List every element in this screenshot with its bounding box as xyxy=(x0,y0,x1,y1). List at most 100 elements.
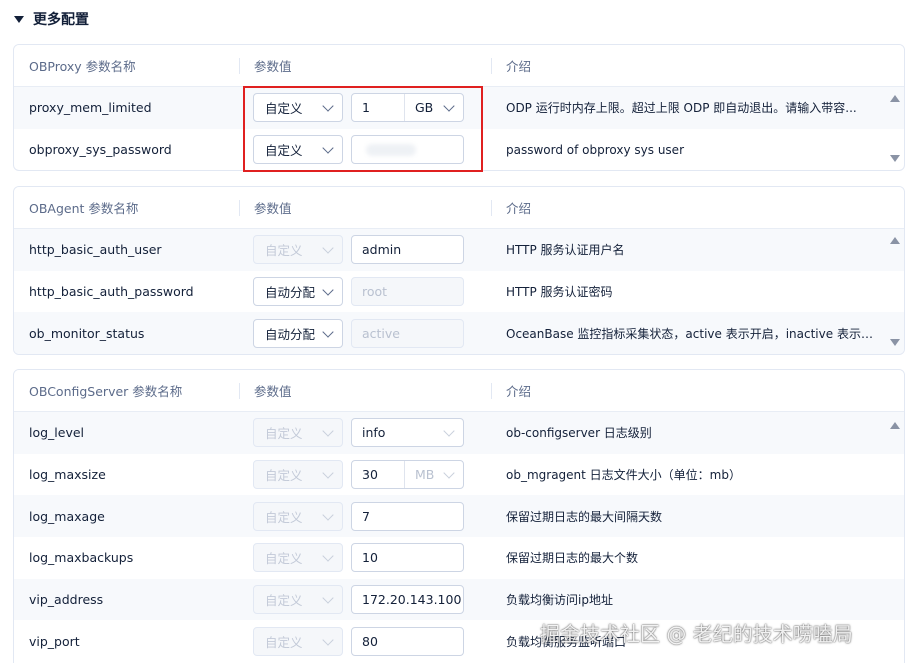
obagent-panel: OBAgent 参数名称 参数值 介绍 http_basic_auth_user… xyxy=(13,186,905,355)
chevron-down-icon xyxy=(443,467,455,479)
chevron-down-icon xyxy=(443,425,455,438)
header-value: 参数值 xyxy=(254,384,292,399)
table-row: http_basic_auth_password 自动分配 root HTTP … xyxy=(14,271,904,313)
more-config-toggle[interactable]: 更多配置 xyxy=(14,8,89,30)
param-desc: OceanBase 监控指标采集状态，active 表示开启，inactive … xyxy=(506,326,881,341)
mode-select: 自定义 xyxy=(253,626,343,656)
mode-select-value: 自定义 xyxy=(265,426,303,442)
param-desc: ob_mgragent 日志文件大小（单位：mb） xyxy=(506,468,741,483)
table-row: log_maxsize 自定义 30 MB ob_mgragent 日志文件大小… xyxy=(14,454,904,496)
param-name: proxy_mem_limited xyxy=(29,100,152,116)
mode-select-value: 自定义 xyxy=(265,551,303,567)
value-input[interactable]: 80 xyxy=(351,626,464,656)
scroll-up-arrow-icon[interactable] xyxy=(890,237,900,244)
param-name: obproxy_sys_password xyxy=(29,142,172,158)
table-row: vip_address 自定义 172.20.143.100 负载均衡访问ip地… xyxy=(14,578,904,621)
chevron-down-icon xyxy=(322,242,334,255)
param-name: log_maxsize xyxy=(29,467,106,483)
table-row: log_level 自定义 info ob-configserver 日志级别 xyxy=(14,412,904,454)
scroll-down-arrow-icon[interactable] xyxy=(890,155,900,162)
param-desc: 保留过期日志的最大个数 xyxy=(506,551,639,566)
highlight-box xyxy=(243,86,483,172)
mode-select: 自定义 xyxy=(253,418,343,448)
scroll-up-arrow-icon[interactable] xyxy=(890,95,900,102)
watermark: 掘金技术社区 @ 老纪的技术唠嗑局 xyxy=(540,622,853,646)
value-text: 7 xyxy=(362,508,370,524)
value-text: 80 xyxy=(362,633,378,649)
table-header: OBConfigServer 参数名称 参数值 介绍 xyxy=(14,370,904,412)
value-text: admin xyxy=(362,242,402,258)
value-input[interactable]: 7 xyxy=(351,501,464,531)
chevron-down-icon xyxy=(322,550,334,563)
mode-select[interactable]: 自动分配 xyxy=(253,318,343,348)
value-text: 10 xyxy=(362,550,378,566)
column-divider xyxy=(491,58,492,74)
mode-select-value: 自动分配 xyxy=(265,285,316,301)
mode-select: 自定义 xyxy=(253,543,343,573)
header-name: OBAgent 参数名称 xyxy=(29,201,139,216)
chevron-down-icon xyxy=(322,326,334,338)
value-input-with-unit[interactable]: 30 MB xyxy=(351,460,464,490)
mode-select-value: 自定义 xyxy=(265,243,303,259)
value-input[interactable]: 10 xyxy=(351,543,464,573)
param-desc: ob-configserver 日志级别 xyxy=(506,426,652,441)
caret-down-icon xyxy=(14,15,24,23)
value-text: 172.20.143.100 xyxy=(362,592,462,608)
mode-select-value: 自定义 xyxy=(265,509,303,525)
unit-select-value: MB xyxy=(415,467,435,483)
value-select[interactable]: info xyxy=(351,418,464,448)
chevron-down-icon xyxy=(322,634,334,646)
table-row: log_maxage 自定义 7 保留过期日志的最大间隔天数 xyxy=(14,495,904,538)
param-name: vip_port xyxy=(29,633,80,649)
param-desc: 保留过期日志的最大间隔天数 xyxy=(506,509,663,524)
scroll-down-arrow-icon[interactable] xyxy=(890,339,900,346)
mode-select-value: 自定义 xyxy=(265,634,303,650)
header-name: OBProxy 参数名称 xyxy=(29,59,136,74)
chevron-down-icon xyxy=(322,509,334,521)
table-header: OBAgent 参数名称 参数值 介绍 xyxy=(14,187,904,229)
param-name: vip_address xyxy=(29,592,104,608)
column-divider xyxy=(491,200,492,216)
scroll-up-arrow-icon[interactable] xyxy=(890,422,900,429)
value-input[interactable]: admin xyxy=(351,235,464,265)
chevron-down-icon xyxy=(322,284,334,296)
param-desc: HTTP 服务认证用户名 xyxy=(506,243,625,258)
header-value: 参数值 xyxy=(254,201,292,216)
column-divider xyxy=(491,383,492,399)
mode-select[interactable]: 自动分配 xyxy=(253,277,343,307)
table-row: http_basic_auth_user 自定义 admin HTTP 服务认证… xyxy=(14,229,904,271)
table-header: OBProxy 参数名称 参数值 介绍 xyxy=(14,45,904,87)
value-input[interactable]: 172.20.143.100 xyxy=(351,585,464,615)
chevron-down-icon xyxy=(322,467,334,479)
param-desc: 负载均衡访问ip地址 xyxy=(506,593,613,608)
column-divider xyxy=(239,383,240,399)
unit-divider xyxy=(404,461,405,489)
value-input: root xyxy=(351,277,464,307)
value-text: info xyxy=(362,425,386,441)
param-name: ob_monitor_status xyxy=(29,325,145,341)
header-value: 参数值 xyxy=(254,59,292,74)
param-desc: password of obproxy sys user xyxy=(506,142,684,157)
header-desc: 介绍 xyxy=(506,384,532,399)
mode-select-value: 自动分配 xyxy=(265,326,316,342)
param-name: log_level xyxy=(29,425,85,441)
mode-select-value: 自定义 xyxy=(265,468,303,484)
table-row: ob_monitor_status 自动分配 active OceanBase … xyxy=(14,312,904,354)
chevron-down-icon xyxy=(322,592,334,604)
value-text: active xyxy=(362,325,400,341)
value-input: active xyxy=(351,318,464,348)
column-divider xyxy=(239,58,240,74)
value-text: 30 xyxy=(362,467,378,483)
value-text: root xyxy=(362,284,388,300)
mode-select: 自定义 xyxy=(253,585,343,615)
mode-select: 自定义 xyxy=(253,235,343,265)
mode-select: 自定义 xyxy=(253,501,343,531)
table-row: log_maxbackups 自定义 10 保留过期日志的最大个数 xyxy=(14,537,904,579)
param-name: log_maxage xyxy=(29,508,105,524)
column-divider xyxy=(239,200,240,216)
param-name: http_basic_auth_user xyxy=(29,242,162,258)
param-desc: ODP 运行时内存上限。超过上限 ODP 即自动退出。请输入带容... xyxy=(506,101,857,116)
mode-select-value: 自定义 xyxy=(265,593,303,609)
param-desc: HTTP 服务认证密码 xyxy=(506,285,613,300)
chevron-down-icon xyxy=(322,425,334,438)
